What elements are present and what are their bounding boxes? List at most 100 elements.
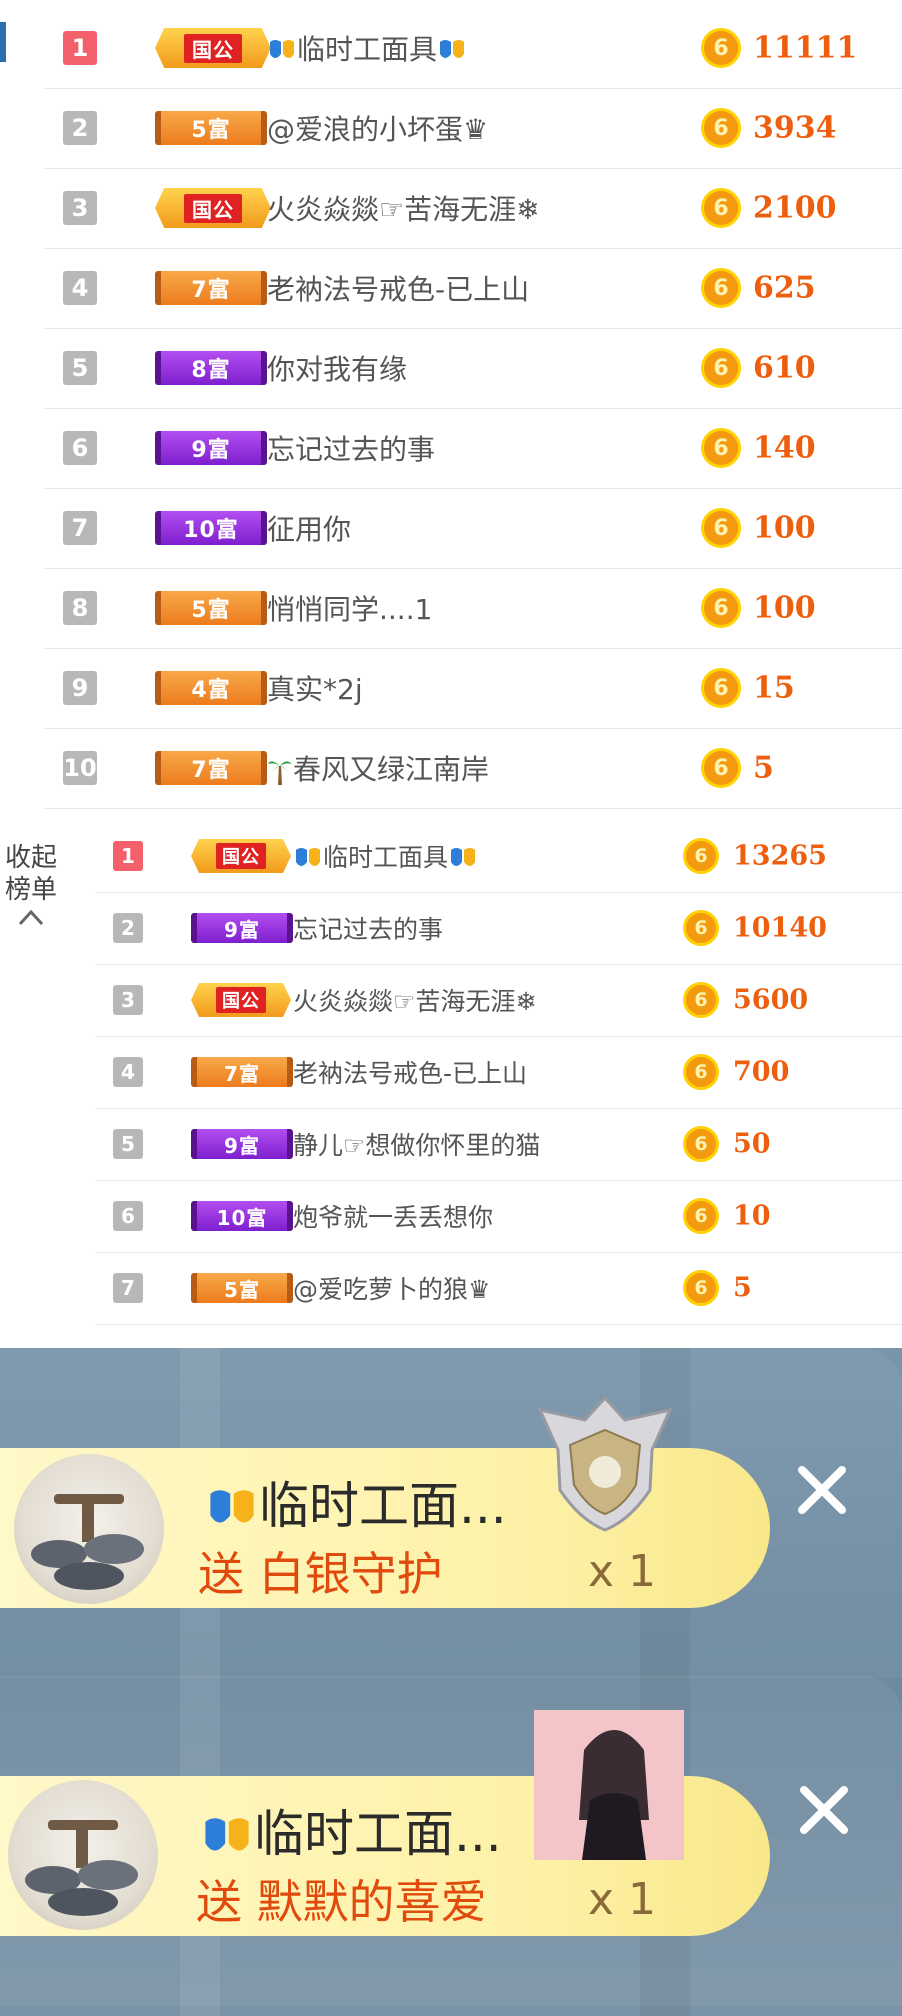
score-value: 10 [733, 1200, 771, 1232]
rank-badge-label: 10富 [183, 518, 239, 543]
leaderboard-row[interactable]: 2 5富 @爱浪的小坏蛋♛ 6 3934 [45, 88, 902, 169]
score-value: 3934 [753, 110, 837, 146]
leaderboard-row[interactable]: 7 10富 征用你 6 100 [45, 488, 902, 569]
rank-number: 8 [63, 591, 97, 625]
rank-number: 7 [63, 511, 97, 545]
leaderboard-row[interactable]: 8 5富 悄悄同学....1 6 100 [45, 568, 902, 649]
user-name-text: 老衲法号戒色-已上山 [267, 273, 530, 306]
avatar[interactable] [8, 1780, 158, 1930]
leaderboard-row[interactable]: 1 国公 临时工面具 6 11111 [45, 8, 902, 89]
coin-icon: 6 [701, 508, 741, 548]
rank-badge: 5富 [155, 591, 267, 625]
rank-badge-label: 7富 [191, 278, 231, 303]
user-name[interactable]: 忘记过去的事 [293, 910, 443, 946]
score-value: 10140 [733, 912, 827, 944]
rank-badge: 7富 [191, 1057, 293, 1087]
score-value: 5 [753, 750, 774, 786]
mask-icon [205, 1817, 249, 1851]
stone-stack-icon [31, 1494, 144, 1590]
rank-badge-label: 7富 [191, 758, 231, 783]
coin-icon: 6 [701, 668, 741, 708]
leaderboard-row[interactable]: 9 4富 真实*2j 6 15 [45, 648, 902, 729]
score-value: 100 [753, 510, 816, 546]
user-name[interactable]: 老衲法号戒色-已上山 [293, 1054, 527, 1090]
gift-action-text: 送 默默的喜爱 [196, 1875, 487, 1929]
rank-badge: 7富 [155, 271, 267, 305]
rank-number: 5 [63, 351, 97, 385]
user-name-text: 悄悄同学....1 [267, 593, 433, 626]
user-name-text: 忘记过去的事 [267, 433, 436, 466]
rank-badge-label: 8富 [191, 358, 231, 383]
coin-icon: 6 [683, 1054, 719, 1090]
score-value: 100 [753, 590, 816, 626]
user-name[interactable]: 真实*2j [267, 668, 363, 708]
user-name[interactable]: @爱吃萝卜的狼♛ [293, 1270, 490, 1306]
gift-notification-area: 临时工面... 送 白银守护 x 1 临时工面... 送 默默的喜爱 x 1 [0, 1348, 902, 2016]
rank-badge: 9富 [191, 1129, 293, 1159]
coin-icon: 6 [683, 838, 719, 874]
avatar[interactable] [14, 1454, 164, 1604]
user-name[interactable]: 临时工面具 [293, 838, 478, 874]
rank-number: 9 [63, 671, 97, 705]
user-name[interactable]: 炮爷就一丢丢想你 [293, 1198, 493, 1234]
rank-number: 3 [63, 191, 97, 225]
user-name[interactable]: 你对我有缘 [267, 348, 407, 388]
user-name-text: @爱浪的小坏蛋♛ [267, 113, 489, 146]
leaderboard-row[interactable]: 6 10富 炮爷就一丢丢想你 6 10 [95, 1180, 902, 1253]
leaderboard-row[interactable]: 4 7富 老衲法号戒色-已上山 6 625 [45, 248, 902, 329]
user-name-text: 炮爷就一丢丢想你 [293, 1203, 494, 1232]
leaderboard-row[interactable]: 5 9富 静儿☞想做你怀里的猫 6 50 [95, 1108, 902, 1181]
score-value: 13265 [733, 840, 827, 872]
rank-number: 4 [63, 271, 97, 305]
rank-badge-label: 国公 [216, 843, 266, 869]
close-icon[interactable] [794, 1780, 854, 1840]
rank-badge-label: 国公 [216, 987, 266, 1013]
rank-number: 1 [63, 31, 97, 65]
user-name[interactable]: 静儿☞想做你怀里的猫 [293, 1126, 540, 1162]
score-value: 140 [753, 430, 816, 466]
leaderboard-row[interactable]: 1 国公 临时工面具 6 13265 [95, 820, 902, 893]
score-value: 610 [753, 350, 816, 386]
leaderboard-row[interactable]: 10 7富 春风又绿江南岸 6 5 [45, 728, 902, 809]
leaderboard-row[interactable]: 6 9富 忘记过去的事 6 140 [45, 408, 902, 489]
leaderboard-row[interactable]: 7 5富 @爱吃萝卜的狼♛ 6 5 [95, 1252, 902, 1325]
user-name[interactable]: @爱浪的小坏蛋♛ [267, 108, 488, 148]
gift-photo-icon [534, 1710, 684, 1860]
user-name[interactable]: 火炎焱燚☞苦海无涯❄ [293, 982, 536, 1018]
rank-badge: 国公 [191, 983, 291, 1017]
gift-count: x 1 [588, 1874, 657, 1925]
rank-badge-label: 国公 [184, 193, 242, 223]
rank-badge-label: 9富 [224, 1133, 260, 1158]
gift-sender-name: 临时工面... [205, 1466, 507, 1538]
user-name-text: 火炎焱燚☞苦海无涯❄ [267, 193, 540, 226]
silver-guard-shield-icon [537, 1395, 673, 1532]
leaderboard-row[interactable]: 5 8富 你对我有缘 6 610 [45, 328, 902, 409]
user-name[interactable]: 火炎焱燚☞苦海无涯❄ [267, 188, 540, 228]
rank-number: 2 [113, 913, 143, 943]
rank-number: 6 [63, 431, 97, 465]
score-value: 2100 [753, 190, 837, 226]
leaderboard-row[interactable]: 4 7富 老衲法号戒色-已上山 6 700 [95, 1036, 902, 1109]
close-icon[interactable] [792, 1460, 852, 1520]
rank-badge: 国公 [191, 839, 291, 873]
gift-action-text: 送 白银守护 [198, 1547, 443, 1601]
user-name[interactable]: 忘记过去的事 [267, 428, 435, 468]
leaderboard-row[interactable]: 2 9富 忘记过去的事 6 10140 [95, 892, 902, 965]
rank-number: 2 [63, 111, 97, 145]
score-value: 50 [733, 1128, 771, 1160]
leaderboard-row[interactable]: 3 国公 火炎焱燚☞苦海无涯❄ 6 5600 [95, 964, 902, 1037]
user-name[interactable]: 临时工面具 [267, 28, 467, 68]
rank-badge-label: 4富 [191, 678, 231, 703]
user-name[interactable]: 老衲法号戒色-已上山 [267, 268, 529, 308]
user-name-text: 临时工面具 [297, 33, 438, 66]
user-name[interactable]: 春风又绿江南岸 [267, 748, 489, 788]
user-name[interactable]: 征用你 [267, 508, 351, 548]
ranking-board-primary: 1 国公 临时工面具 6 11111 2 5富 @爱浪的小坏蛋♛ 6 3934 3 国公 火炎焱燚☞苦海… [0, 0, 902, 820]
rank-badge-label: 9富 [224, 917, 260, 942]
score-value: 700 [733, 1056, 790, 1088]
mask-icon [451, 848, 476, 866]
score-value: 5600 [733, 984, 809, 1016]
mask-icon [296, 848, 320, 866]
leaderboard-row[interactable]: 3 国公 火炎焱燚☞苦海无涯❄ 6 2100 [45, 168, 902, 249]
user-name[interactable]: 悄悄同学....1 [267, 588, 432, 628]
